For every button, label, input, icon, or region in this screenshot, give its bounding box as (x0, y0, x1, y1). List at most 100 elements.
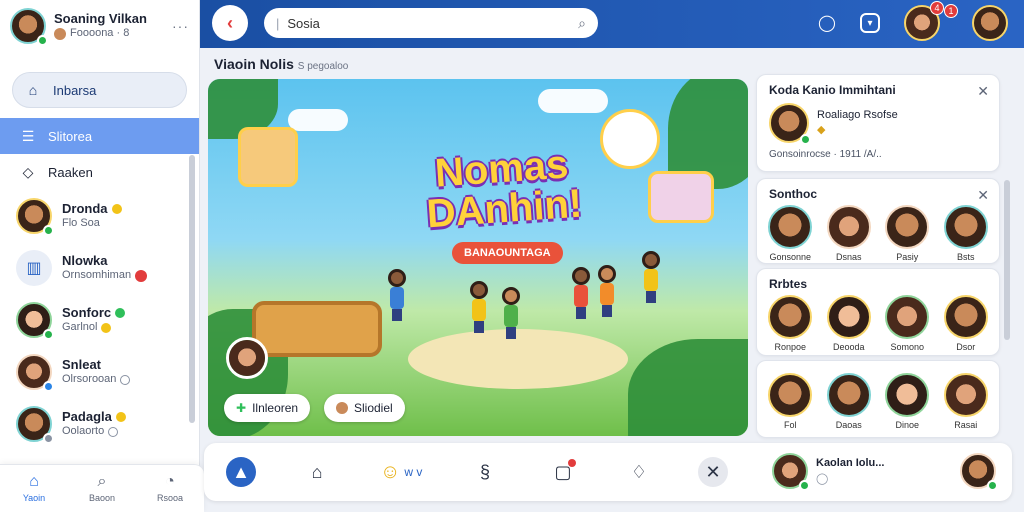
navigate-icon[interactable]: ▲ (226, 457, 256, 487)
bottom-nav-profile[interactable]: ◔ Rsooa (136, 465, 204, 512)
contact-sub: Flo Soa (62, 217, 100, 230)
hero-banner[interactable]: Nomas DAnhin! BANAOUNTAGA ✚ Ilnleoren Sl… (208, 79, 748, 436)
bottom-avatar[interactable] (960, 453, 998, 491)
profile-header[interactable]: Soaning Vilkan Foooona · 8 ··· (0, 0, 199, 52)
search-icon[interactable]: ⌕ (578, 15, 586, 32)
sidebar-item-label: Inbarsa (53, 82, 97, 98)
contact-name: Nlowka (62, 253, 108, 268)
hero-button-label: Sliodiel (354, 401, 393, 415)
friend-item[interactable]: Daoas (822, 373, 876, 430)
contact-item[interactable]: Dronda Flo Soa (0, 190, 199, 242)
friend-name: Somono (890, 342, 925, 352)
bottom-nav-home[interactable]: ⌂ Yaoin (0, 465, 68, 512)
friend-item[interactable]: Gonsonne (763, 205, 817, 262)
link-icon[interactable]: § (470, 457, 500, 487)
back-button[interactable]: ‹ (212, 5, 248, 41)
profile-name: Soaning Vilkan (54, 11, 147, 26)
hero-title: Nomas DAnhin! (425, 142, 584, 237)
sidebar-item-label: Slitorea (48, 128, 93, 144)
friend-item[interactable]: Fol (763, 373, 817, 430)
smile-icon: ☺ (380, 460, 401, 483)
friend-name: Dinoe (895, 420, 919, 430)
contact-item[interactable]: Padagla Oolaorto (0, 398, 199, 450)
hero-button-label: Ilnleoren (252, 401, 299, 415)
account-avatar[interactable] (972, 5, 1008, 41)
profile-avatar[interactable] (10, 8, 48, 46)
sidebar: Soaning Vilkan Foooona · 8 ··· ⌂ Inbarsa… (0, 0, 200, 512)
emoji-button[interactable]: ☺ w v (380, 457, 422, 487)
bottom-nav-label: Baoon (88, 493, 116, 503)
suggest-panel: Sonthoc ✕ Gonsonne Dsnas Pasiy Bsts (756, 178, 1000, 264)
friend-item[interactable]: Dsnas (822, 205, 876, 262)
trophy-icon: ◆ (817, 124, 826, 136)
search-icon: ⌕ (97, 473, 107, 490)
user-icon[interactable]: ◯ (814, 10, 840, 36)
search-bar[interactable]: | ⌕ (264, 8, 598, 38)
chat-icon[interactable]: ▢ (548, 457, 578, 487)
hero-button-story[interactable]: Sliodiel (324, 394, 405, 422)
clock-icon (120, 375, 131, 386)
sidebar-scrollbar[interactable] (189, 155, 195, 423)
sidebar-item-label: Raaken (48, 164, 93, 180)
tag-icon: ◇ (22, 163, 34, 180)
sidebar-item-raaken[interactable]: ◇ Raaken (0, 154, 199, 190)
sidebar-item-inbox[interactable]: ⌂ Inbarsa (12, 72, 187, 108)
friend-item[interactable]: Dinoe (880, 373, 934, 430)
puzzle-icon: ✚ (236, 401, 247, 415)
contact-name: Snleat (62, 357, 102, 372)
friend-item[interactable]: Pasiy (880, 205, 934, 262)
message-icon[interactable]: ▾ (860, 13, 880, 33)
close-icon[interactable]: ✕ (977, 187, 989, 204)
contact-item[interactable]: Snleat Olrsorooan (0, 346, 199, 398)
kid-figure (598, 265, 616, 317)
friend-item[interactable]: Ronpoe (763, 295, 817, 352)
invite-title: Koda Kanio Immihtani (769, 83, 896, 97)
profile-icon: ◔ (165, 473, 175, 490)
chevron-left-icon: ‹ (227, 12, 233, 33)
friend-item[interactable]: Dsor (939, 295, 993, 352)
bottom-nav: ⌂ Yaoin ⌕ Baoon ◔ Rsooa (0, 464, 204, 512)
close-icon[interactable]: ✕ (977, 83, 989, 100)
friend-name: Gonsonne (769, 252, 812, 262)
unread-dot (568, 459, 576, 467)
clock-icon (108, 427, 119, 438)
contact-sub: Ornsomhiman (62, 269, 132, 282)
contact-name: Sonforc (62, 305, 112, 320)
friend-item[interactable]: Bsts (939, 205, 993, 262)
more-panel: Fol Daoas Dinoe Rasai (756, 360, 1000, 438)
invite-meta: Gonsoinrocse · 1911 /A/.. (769, 149, 882, 160)
friend-item[interactable]: Somono (880, 295, 934, 352)
section-title-text: Viaoin Nolis (214, 56, 294, 72)
friend-name: Dsnas (835, 252, 862, 262)
hero-button-learn[interactable]: ✚ Ilnleoren (224, 394, 311, 422)
bottom-nav-search[interactable]: ⌕ Baoon (68, 465, 136, 512)
cloud-decoration (288, 109, 348, 131)
bench-illustration (252, 301, 382, 357)
friend-name: Pasiy (896, 252, 919, 262)
home-icon[interactable]: ⌂ (302, 457, 332, 487)
tools-icon[interactable]: ✕ (698, 457, 728, 487)
notification-count-b[interactable]: 1 (944, 4, 958, 18)
bottom-user[interactable]: Kaolan Iolu... ◯ (772, 453, 884, 491)
profile-status: Foooona · 8 (70, 27, 130, 40)
friend-item[interactable]: Deooda (822, 295, 876, 352)
clock-icon: ◯ (816, 473, 829, 485)
text-cursor-icon: | (276, 15, 280, 31)
contact-item[interactable]: ▥ Nlowka Ornsomhiman (0, 242, 199, 294)
more-options-icon[interactable]: ··· (172, 18, 189, 34)
sticker-book (648, 171, 714, 223)
smile-badge-icon (101, 323, 112, 334)
bottom-nav-label: Rsooa (156, 493, 183, 503)
friend-item[interactable]: Rasai (939, 373, 993, 430)
top-bar: ‹ | ⌕ ◯ ▾ 4 1 (200, 0, 1024, 48)
notification-avatar[interactable]: 4 (904, 1, 944, 41)
home-icon: ⌂ (29, 473, 39, 490)
search-input[interactable] (287, 15, 571, 31)
contact-item[interactable]: Sonforc Garlnol (0, 294, 199, 346)
hero-avatar[interactable] (226, 337, 268, 379)
sticker-reading (600, 109, 660, 169)
home-icon: ⌂ (28, 82, 38, 98)
bell-icon[interactable]: ♢ (624, 457, 654, 487)
sidebar-item-stories[interactable]: ☰ Slitorea (0, 118, 199, 154)
right-scrollbar[interactable] (1004, 180, 1010, 340)
